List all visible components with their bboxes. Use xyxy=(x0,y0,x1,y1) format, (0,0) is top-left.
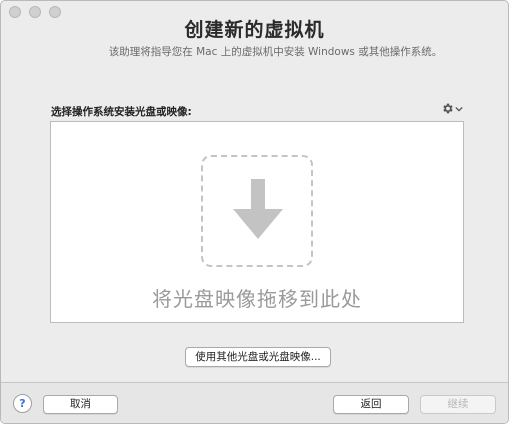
gear-icon xyxy=(443,103,453,114)
down-arrow-icon xyxy=(233,179,283,239)
drop-target[interactable] xyxy=(201,155,313,267)
help-button[interactable]: ? xyxy=(13,394,32,413)
chevron-down-icon xyxy=(455,106,463,112)
back-button[interactable]: 返回 xyxy=(333,395,409,414)
drop-hint-text: 将光盘映像拖移到此处 xyxy=(152,287,362,311)
assistant-window: 创建新的虚拟机 该助理将指导您在 Mac 上的虚拟机中安装 Windows 或其… xyxy=(0,0,509,424)
use-other-disc-button[interactable]: 使用其他光盘或光盘映像... xyxy=(185,347,331,367)
cancel-button[interactable]: 取消 xyxy=(43,395,118,414)
page-subtitle: 该助理将指导您在 Mac 上的虚拟机中安装 Windows 或其他操作系统。 xyxy=(108,46,443,58)
source-label: 选择操作系统安装光盘或映像: xyxy=(51,106,192,118)
continue-button[interactable]: 继续 xyxy=(420,395,496,414)
image-drop-zone[interactable]: 将光盘映像拖移到此处 xyxy=(50,121,464,323)
page-title: 创建新的虚拟机 xyxy=(184,19,325,41)
settings-menu-button[interactable] xyxy=(441,102,463,115)
